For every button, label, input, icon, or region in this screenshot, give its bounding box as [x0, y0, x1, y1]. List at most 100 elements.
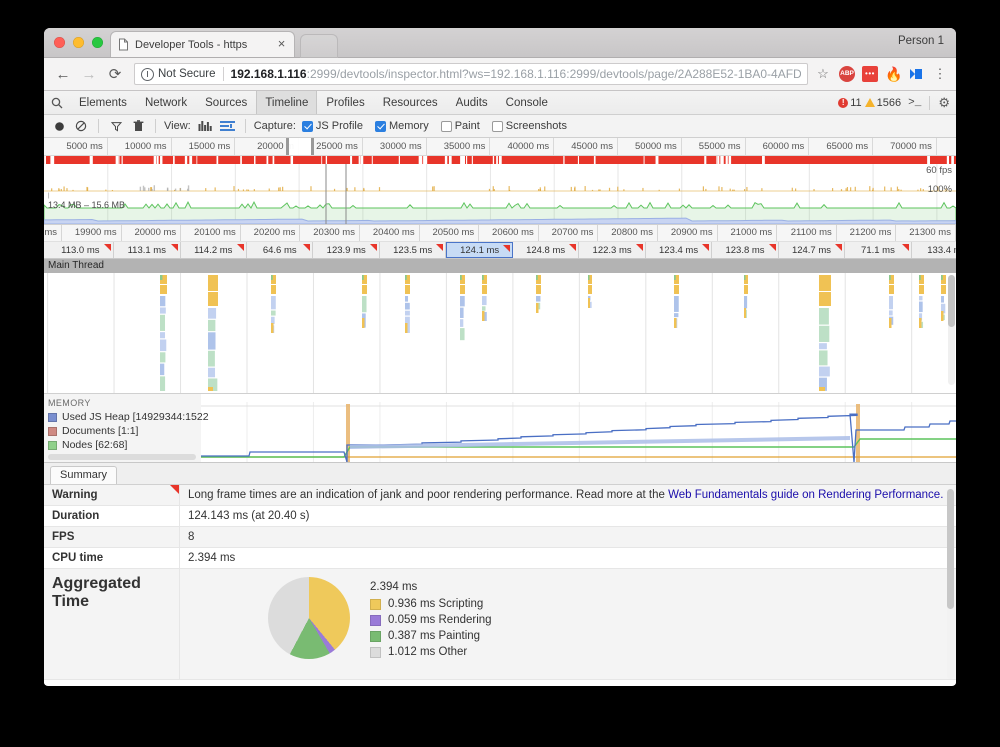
gear-icon[interactable]: ⚙ — [938, 95, 950, 111]
capture-js-profile-label: JS Profile — [316, 120, 363, 132]
lastpass-extension-icon[interactable]: ••• — [862, 66, 878, 82]
trash-icon[interactable] — [129, 117, 147, 135]
memory-series-documents[interactable]: Documents [1:1] — [48, 425, 201, 437]
summary-key-label: Warning — [52, 489, 98, 501]
frame-duration-label: 114.2 ms — [194, 245, 232, 256]
minimize-window-button[interactable] — [73, 37, 84, 48]
close-icon[interactable]: × — [275, 38, 288, 51]
main-thread-scrollbar[interactable] — [948, 275, 955, 385]
overview-tick: 15000 ms — [172, 138, 236, 155]
warning-flag-icon — [170, 485, 179, 494]
tab-timeline[interactable]: Timeline — [256, 91, 317, 114]
frame-item[interactable]: 123.4 ms — [646, 242, 712, 258]
tab-network[interactable]: Network — [136, 91, 196, 114]
frame-item[interactable]: 64.6 ms — [247, 242, 313, 258]
flame-chart-icon[interactable] — [197, 117, 215, 135]
capture-screenshots-checkbox[interactable]: Screenshots — [492, 120, 567, 132]
video-extension-icon[interactable] — [908, 66, 924, 82]
frame-item[interactable]: 113.0 ms — [48, 242, 114, 258]
frame-duration-label: 123.4 ms — [659, 245, 698, 256]
bookmark-star-icon[interactable]: ☆ — [814, 66, 832, 82]
frame-warning-icon — [237, 244, 244, 251]
tab-summary[interactable]: Summary — [50, 466, 117, 484]
adblock-plus-extension-icon[interactable]: ABP — [839, 66, 855, 82]
window-controls[interactable] — [54, 37, 103, 48]
filter-icon[interactable] — [107, 117, 125, 135]
summary-row-cpu-time: CPU time 2.394 ms — [44, 548, 956, 569]
tab-sources[interactable]: Sources — [196, 91, 256, 114]
frame-item[interactable]: 124.7 ms — [779, 242, 845, 258]
pie-legend-label: 0.387 ms Painting — [388, 630, 480, 642]
not-secure-icon — [141, 68, 154, 81]
memory-series-nodes[interactable]: Nodes [62:68] — [48, 439, 201, 451]
tab-console[interactable]: Console — [497, 91, 557, 114]
overview-selection-handle-right[interactable] — [311, 138, 314, 155]
tab-profiles[interactable]: Profiles — [317, 91, 373, 114]
frame-item[interactable]: 123.9 ms — [313, 242, 379, 258]
frame-item[interactable]: 124.1 ms — [446, 242, 512, 258]
url-host: 192.168.1.116 — [231, 67, 307, 81]
hotjar-extension-icon[interactable]: 🔥 — [885, 66, 901, 82]
memory-series-used-js-heap[interactable]: Used JS Heap [14929344:1522 — [48, 411, 201, 423]
memory-horizontal-scrollbar[interactable] — [48, 454, 196, 460]
frame-duration-label: 124.1 ms — [460, 245, 499, 256]
browser-tab[interactable]: Developer Tools - https × — [110, 31, 295, 57]
overview-selection-window[interactable] — [289, 138, 311, 155]
console-drawer-icon[interactable]: >_ — [908, 97, 921, 109]
capture-screenshots-label: Screenshots — [506, 120, 567, 132]
rendering-performance-link[interactable]: Web Fundamentals guide on Rendering Perf… — [668, 489, 943, 501]
capture-paint-checkbox[interactable]: Paint — [441, 120, 480, 132]
error-count-badge[interactable]: ! 11 — [838, 97, 861, 109]
frame-duration-label: 124.8 ms — [526, 245, 565, 256]
main-thread-flamechart[interactable] — [44, 273, 956, 393]
summary-scrollbar[interactable] — [947, 489, 954, 679]
address-bar[interactable]: Not Secure 192.168.1.116:2999/devtools/i… — [134, 63, 808, 85]
frame-item[interactable]: 123.5 ms — [380, 242, 446, 258]
frames-ruler-tick: 20400 ms — [360, 225, 420, 241]
maximize-window-button[interactable] — [92, 37, 103, 48]
frame-warning-icon — [902, 244, 909, 251]
frame-item[interactable]: 133.4 m — [912, 242, 956, 258]
memory-panel[interactable]: MEMORY Used JS Heap [14929344:1522 Docum… — [44, 394, 956, 463]
percent-label: 100% — [928, 184, 952, 195]
details-tabbar: Summary — [44, 463, 956, 485]
frame-item[interactable]: 114.2 ms — [181, 242, 247, 258]
capture-js-profile-checkbox[interactable]: JS Profile — [302, 120, 363, 132]
summary-value: 8 — [180, 527, 956, 547]
frame-warning-icon — [503, 245, 510, 252]
frame-item[interactable]: 71.1 ms — [845, 242, 911, 258]
clear-recording-icon[interactable] — [72, 117, 90, 135]
profile-label[interactable]: Person 1 — [898, 35, 944, 47]
record-icon[interactable] — [50, 117, 68, 135]
frames-ruler-tick: 20700 ms — [539, 225, 599, 241]
main-thread-panel[interactable]: Main Thread — [44, 259, 956, 394]
browser-menu-icon[interactable]: ⋮ — [932, 67, 948, 81]
frame-item[interactable]: 123.8 ms — [712, 242, 778, 258]
tab-elements[interactable]: Elements — [70, 91, 136, 114]
frames-row[interactable]: 113.0 ms 113.1 ms 114.2 ms 64.6 ms 123.9 ms 1… — [44, 242, 956, 259]
tab-resources[interactable]: Resources — [374, 91, 447, 114]
frame-item[interactable]: 113.1 ms — [114, 242, 180, 258]
frames-ruler[interactable]: ms 19900 ms 20000 ms 20100 ms 20200 ms 20300 … — [44, 225, 956, 242]
frame-duration-label: 71.1 ms — [861, 245, 895, 256]
event-list-icon[interactable] — [219, 117, 237, 135]
url-text: 192.168.1.116:2999/devtools/inspector.ht… — [231, 67, 801, 81]
swatch-icon — [370, 647, 381, 658]
overview-graphs[interactable]: 60 fps 100% | 13.4 MB – 15.6 MB — [44, 156, 956, 225]
devtools-status-area: ! 11 1566 >_ ⚙ — [838, 91, 956, 114]
tab-audits[interactable]: Audits — [447, 91, 497, 114]
search-icon[interactable] — [44, 91, 70, 114]
close-window-button[interactable] — [54, 37, 65, 48]
frame-item[interactable]: 122.3 ms — [579, 242, 645, 258]
overview-ruler[interactable]: 5000 ms 10000 ms 15000 ms 20000 m 25000 ms 30… — [44, 138, 956, 156]
reload-icon[interactable]: ⟳ — [104, 63, 126, 85]
frame-item[interactable]: 124.8 ms — [513, 242, 579, 258]
warning-count-badge[interactable]: 1566 — [865, 97, 901, 109]
new-tab-button[interactable] — [300, 34, 338, 58]
pie-legend: 2.394 ms 0.936 ms Scripting 0.059 ms Ren… — [350, 577, 492, 671]
back-icon[interactable]: ← — [52, 63, 74, 85]
frames-ruler-tick: 21000 ms — [718, 225, 778, 241]
frame-warning-icon — [769, 244, 776, 251]
capture-memory-checkbox[interactable]: Memory — [375, 120, 429, 132]
forward-icon[interactable]: → — [78, 63, 100, 85]
